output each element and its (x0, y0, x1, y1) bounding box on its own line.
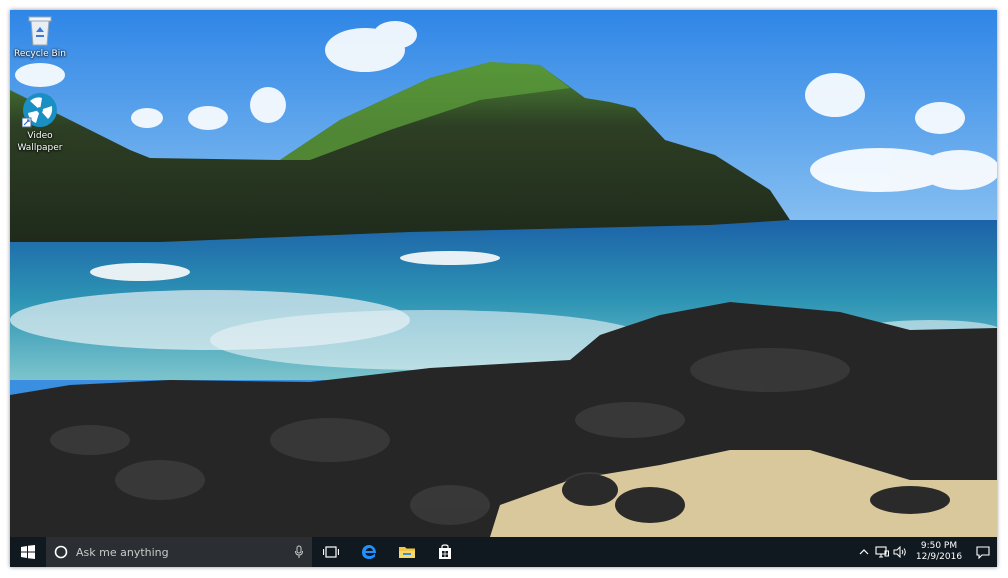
show-hidden-icons-button[interactable] (855, 537, 873, 567)
volume-button[interactable] (891, 537, 909, 567)
windows-logo-icon (21, 545, 35, 559)
task-view-button[interactable] (312, 537, 350, 567)
store-taskbar-button[interactable] (426, 537, 464, 567)
search-placeholder: Ask me anything (76, 545, 169, 559)
desktop-icon-label: Recycle Bin (14, 49, 66, 59)
desktop-icon-recycle-bin[interactable]: Recycle Bin (10, 14, 70, 60)
cortana-search-box[interactable]: Ask me anything (46, 537, 312, 567)
clock-time: 9:50 PM (920, 541, 958, 551)
start-button[interactable] (10, 537, 46, 567)
clock-date: 12/9/2016 (915, 552, 963, 562)
taskbar-clock[interactable]: 9:50 PM 12/9/2016 (909, 541, 969, 563)
edge-taskbar-button[interactable] (350, 537, 388, 567)
action-center-button[interactable] (969, 537, 997, 567)
edge-icon (362, 545, 376, 559)
cortana-circle-icon (54, 545, 68, 559)
desktop-icon-video-wallpaper[interactable]: Video Wallpaper (10, 92, 70, 154)
store-icon (439, 544, 451, 559)
taskbar: Ask me anything 9:50 PM 12/9/2016 (10, 537, 997, 567)
file-explorer-taskbar-button[interactable] (388, 537, 426, 567)
desktop-wallpaper (10, 10, 997, 537)
desktop-screen: Recycle Bin Video Wallpaper Ask me anyth… (10, 10, 997, 567)
microphone-icon[interactable] (294, 545, 304, 559)
recycle-bin-icon (28, 16, 52, 46)
action-center-icon (976, 545, 990, 559)
file-explorer-icon (399, 547, 415, 558)
volume-icon (893, 546, 906, 558)
task-view-icon (323, 546, 339, 558)
network-button[interactable] (873, 537, 891, 567)
show-hidden-icons-icon (859, 549, 869, 555)
system-tray: 9:50 PM 12/9/2016 (855, 537, 997, 567)
desktop-icon-label: Video Wallpaper (17, 131, 63, 153)
video-wallpaper-icon (22, 93, 57, 128)
network-icon (875, 546, 889, 558)
